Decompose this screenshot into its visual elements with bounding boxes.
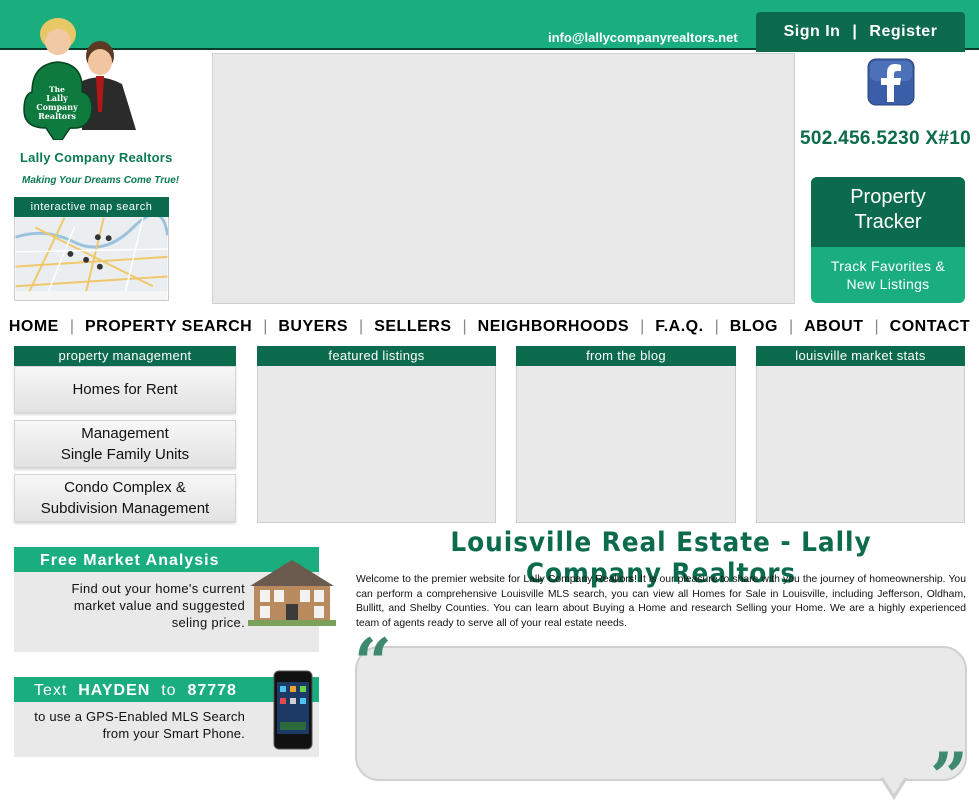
testimonial-tail-inner	[883, 777, 905, 794]
nav-separator: |	[874, 318, 879, 335]
smartphone-image	[273, 670, 313, 750]
text-desc-line2: from your Smart Phone.	[102, 726, 245, 741]
condo-label-line1: Condo Complex &	[64, 479, 186, 496]
tracker-sub-line1: Track Favorites &	[830, 258, 946, 274]
house-image	[248, 560, 336, 626]
map-pin-icon[interactable]	[105, 235, 112, 242]
nav-item-about[interactable]: ABOUT	[802, 318, 865, 336]
email-link[interactable]: info@lallycompanyrealtors.net	[548, 30, 738, 45]
testimonial-bubble	[355, 646, 967, 781]
nav-item-property-search[interactable]: PROPERTY SEARCH	[83, 318, 254, 336]
nav-item-contact[interactable]: CONTACT	[888, 318, 973, 336]
nav-item-blog[interactable]: BLOG	[728, 318, 780, 336]
nav-item-sellers[interactable]: SELLERS	[372, 318, 453, 336]
property-tracker-button[interactable]: Property Tracker Track Favorites & New L…	[811, 177, 965, 303]
fma-text-line2: market value and suggested	[73, 598, 245, 613]
text-search-description: to use a GPS-Enabled MLS Search from you…	[20, 708, 245, 742]
featured-listings-title[interactable]: featured listings	[257, 346, 496, 366]
map-pin-icon[interactable]	[67, 250, 74, 257]
fma-text-line3: seling price.	[171, 615, 245, 630]
featured-listings-body	[257, 366, 496, 523]
text-keyword: HAYDEN	[78, 682, 151, 699]
fma-text-line1: Find out your home's current	[71, 581, 245, 596]
tracker-title-line2: Tracker	[854, 211, 922, 233]
blog-body	[516, 366, 736, 523]
text-desc-line1: to use a GPS-Enabled MLS Search	[34, 709, 245, 724]
tracker-title: Property Tracker	[811, 177, 965, 247]
condo-label-line2: Subdivision Management	[40, 500, 210, 517]
homes-for-rent-label: Homes for Rent	[72, 381, 178, 398]
nav-separator: |	[462, 318, 467, 335]
nav-item-f-a-q[interactable]: F.A.Q.	[653, 318, 705, 336]
phone-number[interactable]: 502.456.5230 X#10	[800, 128, 971, 150]
nav-separator: |	[714, 318, 719, 335]
management-label-line2: Single Family Units	[60, 446, 190, 463]
open-quote-icon: “	[354, 624, 392, 702]
blog-panel: from the blog	[516, 346, 736, 523]
tracker-sub-line2: New Listings	[846, 276, 930, 292]
map-pin-icon[interactable]	[83, 256, 90, 263]
account-bar: Sign In | Register	[756, 12, 965, 52]
text-to: to	[161, 682, 177, 699]
nav-separator: |	[359, 318, 364, 335]
register-link[interactable]: Register	[869, 23, 937, 41]
free-market-analysis-text: Find out your home's current market valu…	[60, 580, 245, 631]
map-pin-icon[interactable]	[96, 263, 103, 270]
single-family-management-button[interactable]: Management Single Family Units	[14, 420, 236, 468]
nav-separator: |	[788, 318, 794, 335]
main-nav: HOME | PROPERTY SEARCH | BUYERS | SELLERS | NEIG…	[0, 316, 979, 338]
featured-listings-panel: featured listings	[257, 346, 496, 523]
logo-text-realtors: Realtors	[38, 111, 76, 121]
company-logo[interactable]: The Lally Company Realtors	[18, 12, 142, 140]
condo-subdivision-management-button[interactable]: Condo Complex & Subdivision Management	[14, 474, 236, 522]
nav-item-buyers[interactable]: BUYERS	[276, 318, 350, 336]
market-stats-panel: louisville market stats	[756, 346, 965, 523]
text-shortcode: 87778	[187, 682, 237, 699]
intro-paragraph: Welcome to the premier website for Lally…	[356, 574, 966, 629]
nav-item-home[interactable]: HOME	[7, 318, 61, 336]
brand-name: Lally Company Realtors	[20, 150, 173, 165]
facebook-icon[interactable]	[867, 58, 915, 106]
market-stats-body	[756, 366, 965, 523]
tracker-title-line1: Property	[850, 186, 926, 208]
close-quote-icon: ”	[930, 738, 968, 808]
management-label-line1: Management	[81, 425, 169, 442]
nav-separator: |	[69, 318, 74, 335]
featured-slideshow[interactable]	[212, 53, 795, 304]
homes-for-rent-button[interactable]: Homes for Rent	[14, 366, 236, 413]
map-search-title[interactable]: interactive map search	[14, 197, 169, 217]
blog-title[interactable]: from the blog	[516, 346, 736, 366]
brand-tagline: Making Your Dreams Come True!	[22, 175, 180, 186]
market-stats-title[interactable]: louisville market stats	[756, 346, 965, 366]
map-pin-icon[interactable]	[94, 234, 101, 241]
tracker-subtitle: Track Favorites & New Listings	[811, 247, 965, 293]
nav-separator: |	[640, 318, 645, 335]
property-management-panel: property management	[14, 346, 236, 366]
nav-item-neighborhoods[interactable]: NEIGHBORHOODS	[476, 318, 631, 336]
property-management-title: property management	[14, 346, 236, 366]
text-prefix: Text	[34, 682, 68, 699]
sign-in-link[interactable]: Sign In	[784, 23, 841, 41]
nav-separator: |	[263, 318, 268, 335]
account-separator: |	[852, 23, 858, 40]
